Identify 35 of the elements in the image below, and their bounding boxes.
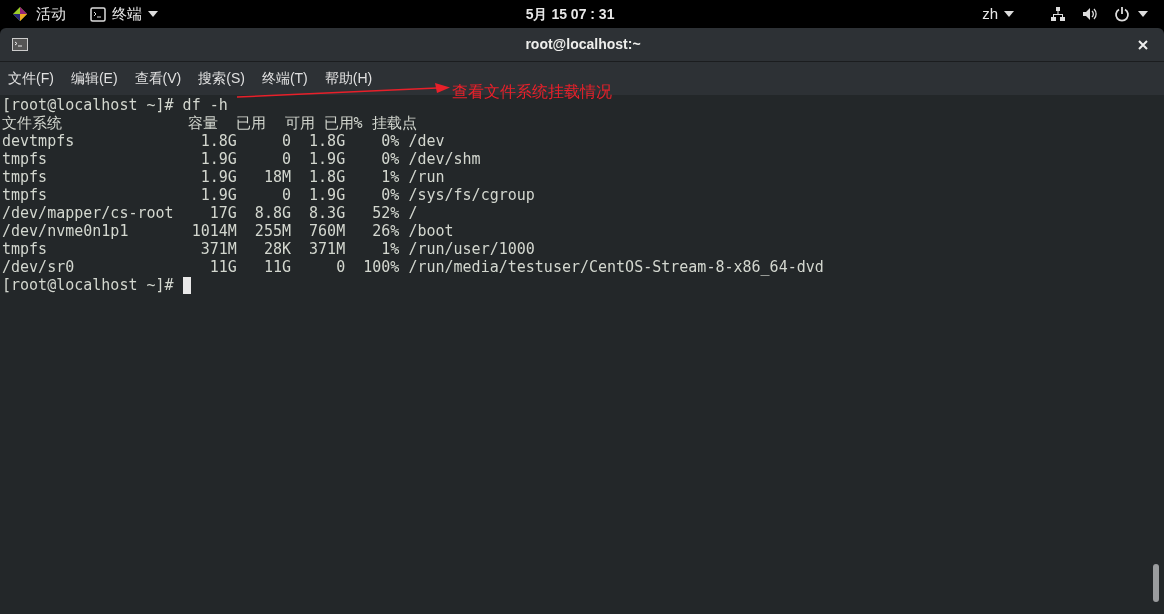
window-title: root@localhost:~: [525, 35, 641, 54]
menu-item[interactable]: 编辑(E): [66, 68, 122, 89]
logo-icon: [12, 6, 28, 22]
menu-item[interactable]: 搜索(S): [194, 68, 249, 89]
terminal-line: /dev/mapper/cs-root 17G 8.8G 8.3G 52% /: [2, 204, 418, 222]
caret-icon: [1138, 11, 1148, 17]
app-menu[interactable]: 终端: [90, 2, 158, 26]
terminal-icon: [12, 38, 28, 51]
clock[interactable]: 5月 15 07 : 31: [525, 3, 615, 25]
terminal-icon: [90, 6, 106, 22]
volume-icon: [1082, 6, 1098, 22]
terminal-line: tmpfs 1.9G 0 1.9G 0% /sys/fs/cgroup: [2, 186, 535, 204]
terminal-line: /dev/sr0 11G 11G 0 100% /run/media/testuser/CentOS-Stream-8-x86_64-dvd: [2, 258, 824, 276]
network-icon: [1050, 6, 1066, 22]
terminal-line: tmpfs 371M 28K 371M 1% /run/user/1000: [2, 240, 535, 258]
menu-item[interactable]: 文件(F): [4, 68, 58, 89]
caret-icon: [1004, 11, 1014, 17]
text-cursor: [182, 276, 191, 294]
caret-icon: [148, 11, 158, 17]
menu-item[interactable]: 帮助(H): [320, 68, 377, 89]
terminal-line: devtmpfs 1.8G 0 1.8G 0% /dev: [2, 132, 445, 150]
power-icon[interactable]: [1114, 6, 1130, 22]
terminal-prompt: [root@localhost ~]#: [2, 276, 175, 294]
menu-item[interactable]: 终端(T): [257, 68, 312, 89]
menu-item[interactable]: 查看(V): [130, 68, 186, 89]
annotation-text: 查看文件系统挂载情况: [452, 82, 612, 102]
terminal-line: [root@localhost ~]# df -h: [2, 96, 228, 114]
terminal-line: tmpfs 1.9G 18M 1.8G 1% /run: [2, 168, 445, 186]
scrollbar-thumb[interactable]: [1153, 564, 1159, 602]
close-icon[interactable]: [1138, 39, 1148, 50]
terminal-line: tmpfs 1.9G 0 1.9G 0% /dev/shm: [2, 150, 481, 168]
terminal-line: /dev/nvme0n1p1 1014M 255M 760M 26% /boot: [2, 222, 454, 240]
input-method-menu[interactable]: zh: [982, 2, 1014, 26]
activities-button[interactable]: 活动: [36, 2, 66, 26]
terminal-line: 文件系统 容量 已用 可用 已用% 挂载点: [2, 114, 417, 132]
